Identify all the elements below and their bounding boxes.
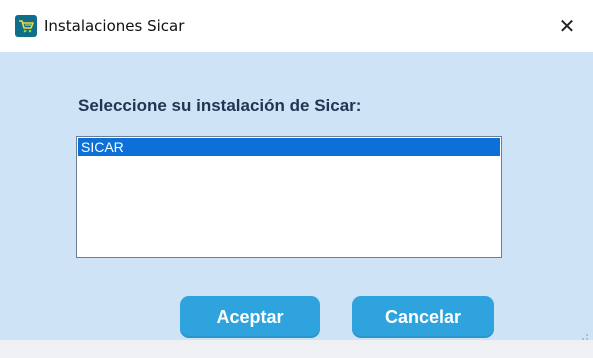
close-icon: ✕ [558, 14, 576, 38]
resize-grip-icon[interactable] [579, 328, 589, 340]
window-title: Instalaciones Sicar [44, 17, 185, 35]
list-item[interactable]: SICAR [78, 138, 500, 156]
title-bar[interactable]: Instalaciones Sicar ✕ [0, 0, 593, 52]
installation-listbox[interactable]: SICAR [76, 136, 502, 258]
sicar-cart-icon [15, 15, 37, 37]
dialog-body: Seleccione su instalación de Sicar: SICA… [0, 52, 593, 340]
close-button[interactable]: ✕ [541, 0, 593, 52]
installation-prompt-label: Seleccione su instalación de Sicar: [78, 96, 362, 115]
window-bottom-edge [0, 340, 593, 358]
dialog-window: Instalaciones Sicar ✕ Seleccione su inst… [0, 0, 593, 358]
cancel-button[interactable]: Cancelar [352, 296, 494, 338]
accept-button[interactable]: Aceptar [180, 296, 320, 338]
